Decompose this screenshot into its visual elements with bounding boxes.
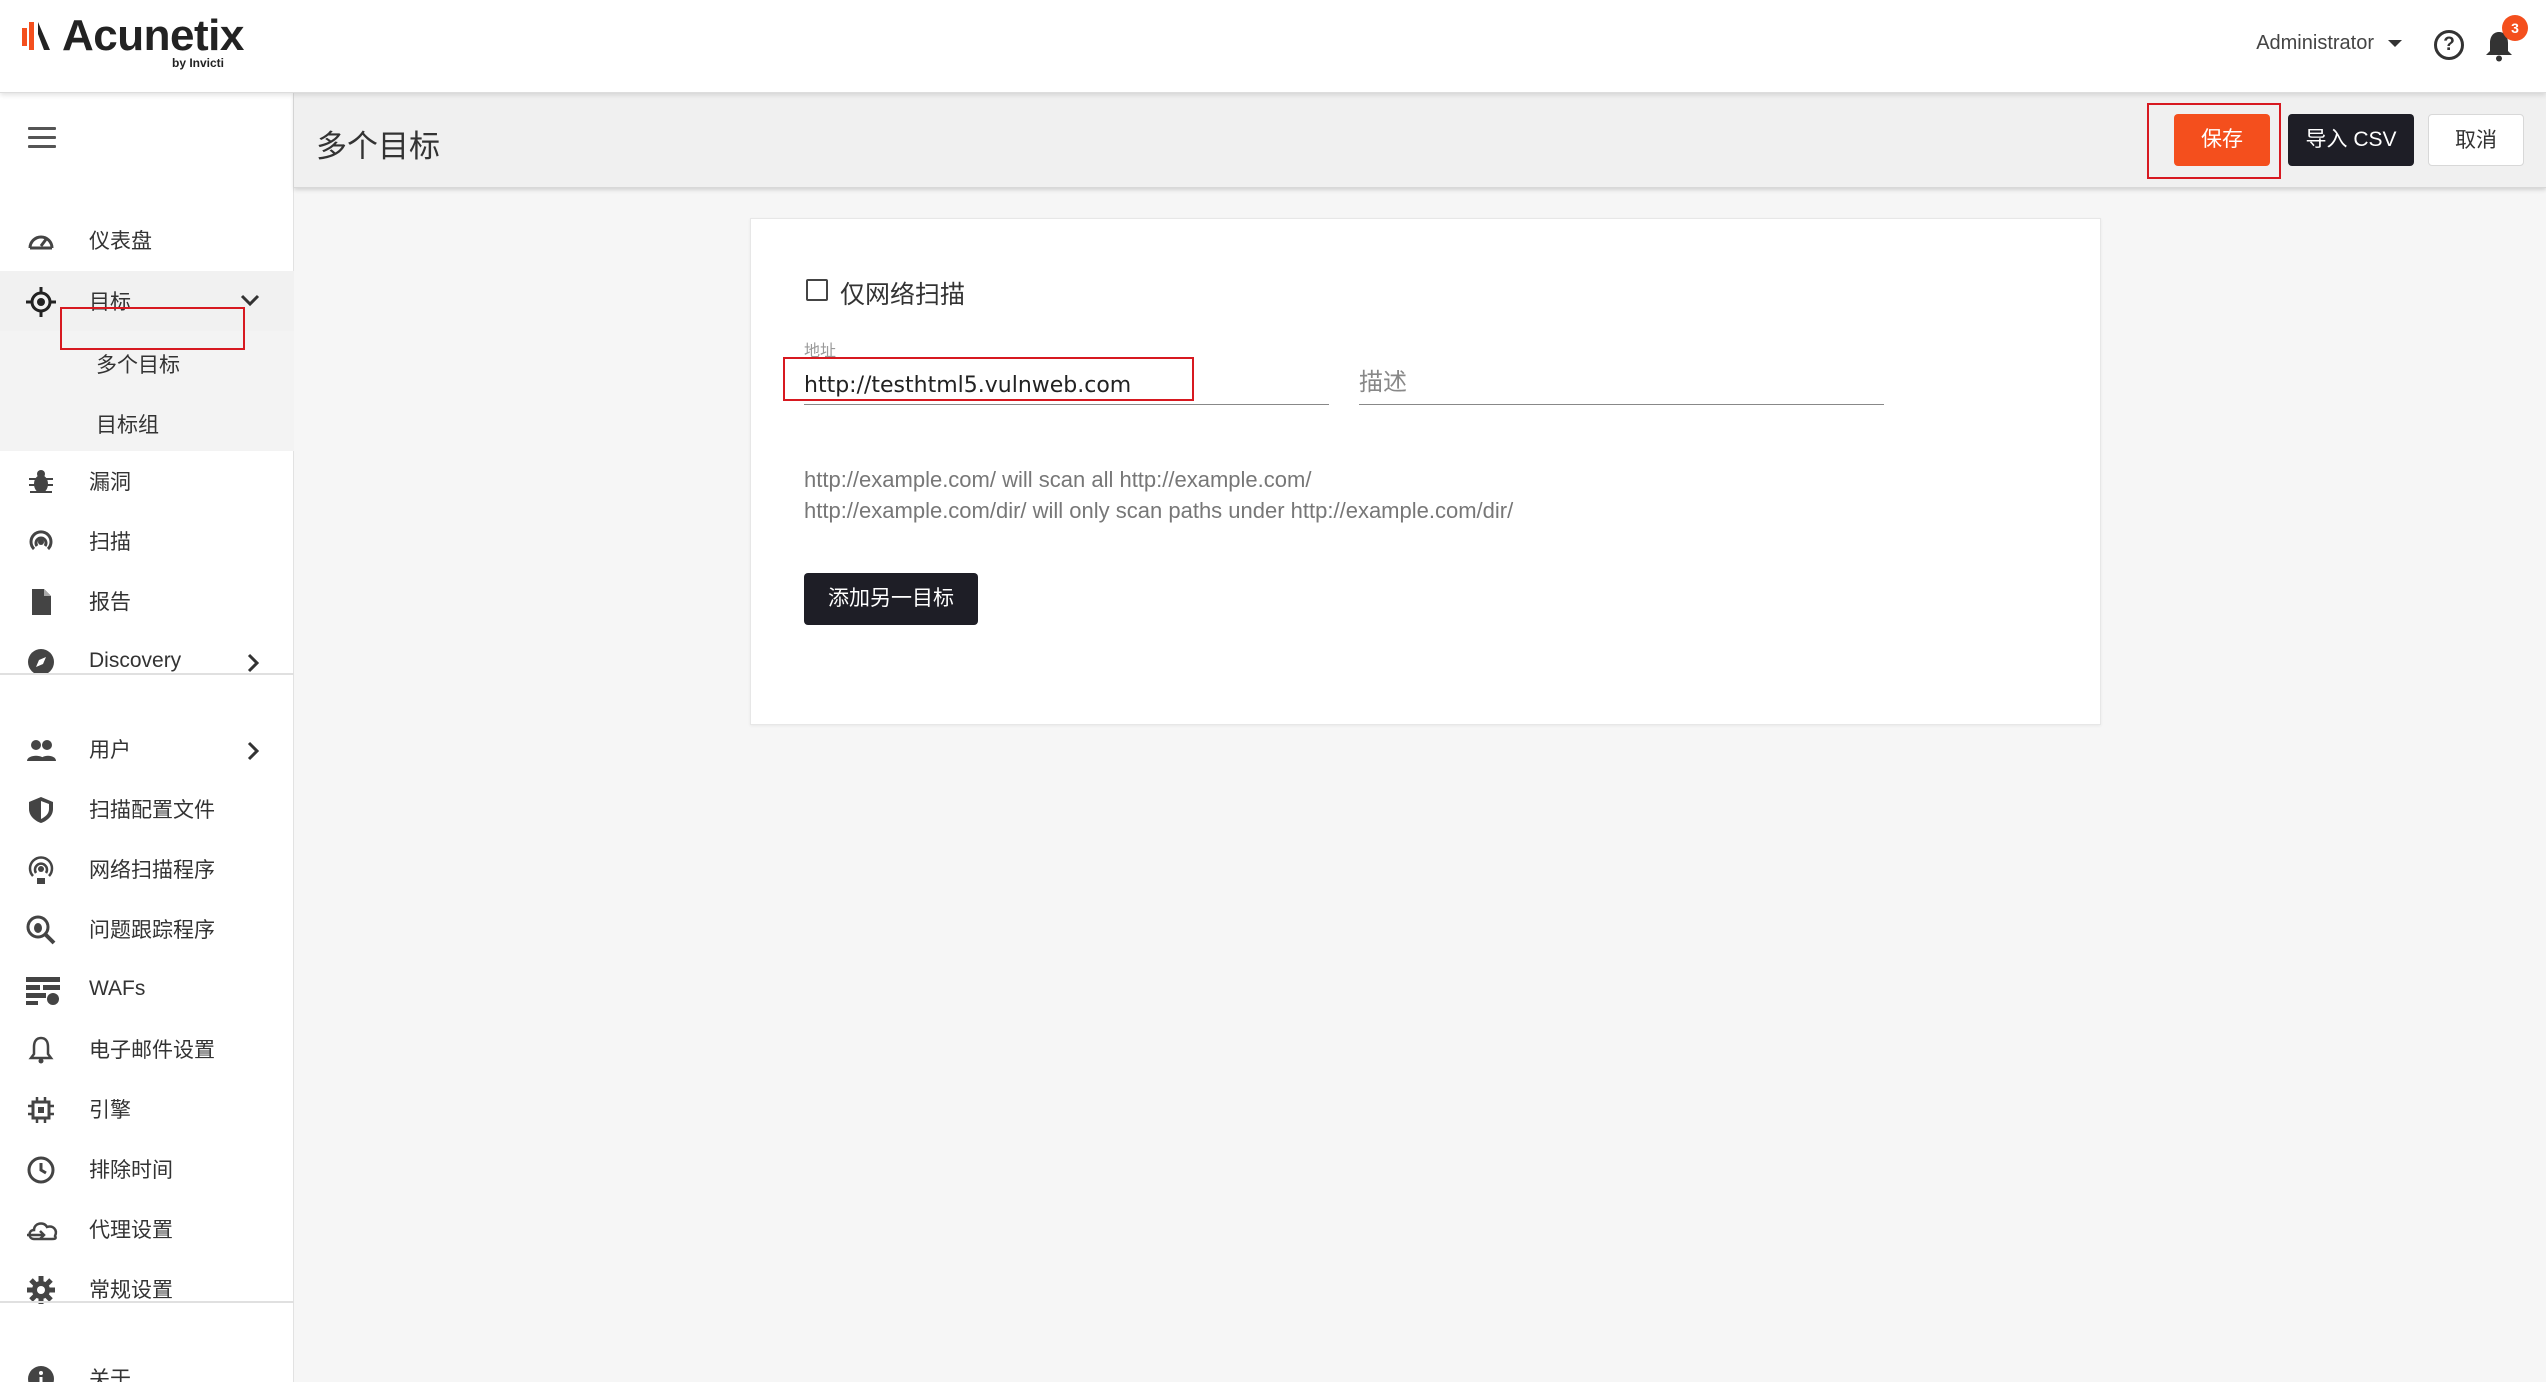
info-icon — [26, 1364, 56, 1382]
sidebar-item-issue-trackers[interactable]: 问题跟踪程序 — [0, 899, 294, 959]
shield-icon — [26, 795, 56, 825]
sidebar-item-label: 扫描 — [89, 531, 131, 554]
bug-icon — [26, 467, 56, 497]
caret-down-icon — [2388, 40, 2402, 47]
cancel-button[interactable]: 取消 — [2428, 114, 2524, 166]
help-text-line: http://example.com/dir/ will only scan p… — [804, 498, 1514, 523]
network-scanner-icon — [26, 855, 56, 885]
user-name: Administrator — [2256, 32, 2374, 54]
page-title: 多个目标 — [316, 129, 440, 164]
sidebar-item-label: 电子邮件设置 — [89, 1039, 215, 1062]
sidebar-item-users[interactable]: 用户 — [0, 719, 294, 779]
sidebar-item-label: 代理设置 — [89, 1219, 173, 1242]
issue-tracker-icon — [26, 915, 56, 945]
add-another-target-button[interactable]: 添加另一目标 — [804, 573, 978, 625]
sidebar-item-general-settings[interactable]: 常规设置 — [0, 1259, 294, 1319]
sidebar-item-engines[interactable]: 引擎 — [0, 1079, 294, 1139]
scan-icon — [26, 527, 56, 557]
sidebar-item-label: WAFs — [89, 977, 146, 1000]
sidebar-item-label: 网络扫描程序 — [89, 859, 215, 882]
notification-badge: 3 — [2502, 15, 2528, 41]
chip-icon — [26, 1095, 56, 1125]
help-icon[interactable]: ? — [2434, 30, 2464, 60]
sidebar-item-wafs[interactable]: WAFs — [0, 959, 294, 1019]
dashboard-icon — [26, 226, 56, 256]
page-header: 多个目标 保存 导入 CSV 取消 — [294, 93, 2546, 188]
network-only-label[interactable]: 仅网络扫描 — [840, 275, 965, 311]
users-icon — [26, 735, 56, 765]
sidebar-divider — [0, 1301, 294, 1303]
targets-form-card: 仅网络扫描 地址 http://example.com/ will scan a… — [750, 218, 2101, 725]
acunetix-logo[interactable]: Acunetix — [20, 14, 244, 58]
description-input[interactable] — [1359, 361, 1884, 405]
sidebar-item-label: 漏洞 — [89, 471, 131, 494]
top-bar: Acunetix by Invicti Administrator ? 3 — [0, 0, 2546, 93]
sidebar-item-proxy-settings[interactable]: 代理设置 — [0, 1199, 294, 1259]
sidebar-subitem-target-groups[interactable]: 目标组 — [0, 391, 294, 451]
chevron-right-icon — [246, 741, 260, 766]
sidebar-item-discovery[interactable]: Discovery — [0, 631, 294, 691]
bell-icon — [26, 1035, 56, 1065]
user-menu[interactable]: Administrator — [2256, 32, 2402, 55]
sidebar: 仪表盘 目标 多个目标 目标组 漏洞 扫描 报告 Discovery 用户 扫描… — [0, 93, 294, 1382]
sidebar-subitem-label: 目标组 — [96, 414, 159, 437]
menu-icon[interactable] — [28, 127, 56, 154]
sidebar-item-label: 扫描配置文件 — [89, 799, 215, 822]
sidebar-item-label: 引擎 — [89, 1099, 131, 1122]
sidebar-item-email-settings[interactable]: 电子邮件设置 — [0, 1019, 294, 1079]
clock-icon — [26, 1155, 56, 1185]
sidebar-item-reports[interactable]: 报告 — [0, 571, 294, 631]
sidebar-item-label: 问题跟踪程序 — [89, 919, 215, 942]
sidebar-item-about[interactable]: 关于 — [0, 1348, 294, 1382]
sidebar-item-label: 用户 — [89, 739, 131, 762]
logo-mark-icon — [20, 18, 56, 54]
import-csv-button[interactable]: 导入 CSV — [2288, 114, 2414, 166]
sidebar-item-label: 关于 — [89, 1368, 131, 1382]
help-text-line: http://example.com/ will scan all http:/… — [804, 467, 1312, 492]
sidebar-divider — [0, 673, 294, 675]
highlight-box — [60, 307, 245, 350]
sidebar-item-scan-profiles[interactable]: 扫描配置文件 — [0, 779, 294, 839]
sidebar-item-label: 报告 — [89, 591, 131, 614]
sidebar-item-excluded-hours[interactable]: 排除时间 — [0, 1139, 294, 1199]
sidebar-item-scans[interactable]: 扫描 — [0, 511, 294, 571]
logo-subtitle: by Invicti — [172, 56, 225, 70]
sidebar-subitem-label: 多个目标 — [96, 354, 180, 377]
sidebar-item-label: 常规设置 — [89, 1279, 173, 1302]
sidebar-item-vulnerabilities[interactable]: 漏洞 — [0, 451, 294, 511]
target-icon — [26, 287, 56, 317]
sidebar-item-label: 仪表盘 — [89, 230, 152, 253]
highlight-box — [2147, 103, 2281, 179]
network-only-checkbox[interactable] — [806, 279, 828, 301]
report-icon — [26, 587, 56, 617]
sidebar-item-label: 排除时间 — [89, 1159, 173, 1182]
logo-text: Acunetix — [62, 11, 244, 60]
sidebar-item-dashboard[interactable]: 仪表盘 — [0, 210, 294, 270]
sidebar-item-label: Discovery — [89, 649, 182, 672]
cloud-icon — [26, 1215, 58, 1245]
highlight-box — [783, 357, 1194, 401]
sidebar-item-network-scanner[interactable]: 网络扫描程序 — [0, 839, 294, 899]
waf-icon — [26, 975, 60, 1005]
